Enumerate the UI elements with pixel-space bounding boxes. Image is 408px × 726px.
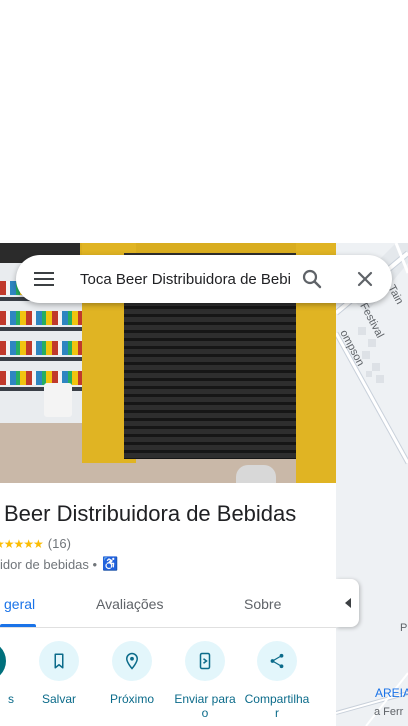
directions-icon xyxy=(0,641,6,681)
map-label-p: P xyxy=(400,622,408,634)
rating-row: ★★★★★ (16) xyxy=(0,536,71,551)
nearby-icon xyxy=(112,641,152,681)
action-row: s Salvar Próximo Enviar para o Compartil xyxy=(0,641,336,726)
send-to-phone-icon xyxy=(185,641,225,681)
menu-icon xyxy=(34,272,54,286)
rating-stars: ★★★★★ xyxy=(0,536,44,551)
collapse-panel-button[interactable] xyxy=(336,579,359,627)
nearby-label: Próximo xyxy=(109,692,154,706)
map-label-ferr: a Ferr xyxy=(374,706,404,718)
place-title: Beer Distribuidora de Bebidas xyxy=(4,501,297,526)
chevron-left-icon xyxy=(344,598,351,608)
place-tabs: geral Avaliações Sobre xyxy=(0,584,336,628)
tab-overview[interactable]: geral xyxy=(4,596,35,612)
active-tab-indicator xyxy=(0,624,36,627)
bookmark-icon xyxy=(39,641,79,681)
place-panel: Beer Distribuidora de Bebidas ★★★★★ (16)… xyxy=(0,243,336,726)
directions-label: s xyxy=(8,692,14,706)
tab-reviews[interactable]: Avaliações xyxy=(96,596,163,612)
map-label-areia: AREIA xyxy=(375,686,408,700)
save-label: Salvar xyxy=(41,692,76,706)
search-icon xyxy=(302,269,322,289)
share-icon xyxy=(257,641,297,681)
save-button[interactable]: Salvar xyxy=(21,641,97,706)
map-canvas[interactable]: Festival Tain ompson AREIA P a Ferr xyxy=(336,243,408,726)
search-button[interactable] xyxy=(300,267,324,291)
menu-button[interactable] xyxy=(28,267,60,291)
close-icon xyxy=(357,271,373,287)
wheelchair-icon: ♿ xyxy=(102,556,119,571)
search-bar xyxy=(16,255,392,303)
nearby-button[interactable]: Próximo xyxy=(94,641,170,706)
search-input[interactable] xyxy=(80,267,290,291)
tab-about[interactable]: Sobre xyxy=(244,596,281,612)
send-to-phone-label: Enviar para o xyxy=(174,692,236,720)
clear-search-button[interactable] xyxy=(353,267,377,291)
share-button[interactable]: Compartilha r xyxy=(239,641,315,720)
blank-area xyxy=(0,0,408,243)
share-label: Compartilha r xyxy=(244,692,310,720)
place-category[interactable]: idor de bebidas • xyxy=(0,557,97,572)
review-count-link[interactable]: (16) xyxy=(48,536,71,551)
category-row: idor de bebidas • ♿ xyxy=(0,556,118,572)
send-to-phone-button[interactable]: Enviar para o xyxy=(167,641,243,720)
